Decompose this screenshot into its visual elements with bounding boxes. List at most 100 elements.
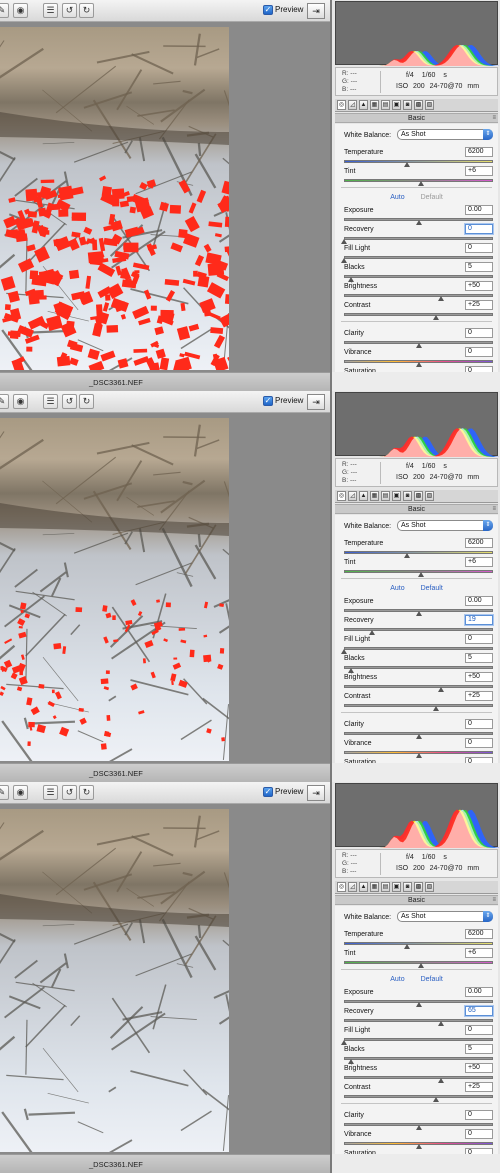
exposure-slider-knob[interactable] <box>415 220 422 225</box>
detail-tab-icon[interactable]: ▲ <box>359 491 368 501</box>
recovery-track[interactable] <box>344 628 493 631</box>
tint-value-field[interactable]: +6 <box>465 557 493 567</box>
camera-cal-tab-icon[interactable]: ◙ <box>403 882 412 892</box>
tone-curve-tab-icon[interactable]: ◿ <box>348 100 357 110</box>
preview-checkbox[interactable]: ✓ <box>263 396 273 406</box>
detail-tab-icon[interactable]: ▲ <box>359 882 368 892</box>
list-icon[interactable]: ☰ <box>43 3 58 18</box>
white-balance-select[interactable]: As Shot ⇕ <box>397 520 493 531</box>
temperature-value-field[interactable]: 6200 <box>465 147 493 157</box>
lens-tab-icon[interactable]: ▣ <box>392 491 401 501</box>
brightness-track[interactable] <box>344 1076 493 1079</box>
basic-tab-icon[interactable]: ◎ <box>337 882 346 892</box>
exposure-value-field[interactable]: 0.00 <box>465 596 493 606</box>
detail-tab-icon[interactable]: ▲ <box>359 100 368 110</box>
rotate-left-icon[interactable]: ↺ <box>62 394 77 409</box>
blacks-value-field[interactable]: 5 <box>465 262 493 272</box>
rotate-right-icon[interactable]: ↻ <box>79 3 94 18</box>
white-balance-select[interactable]: As Shot ⇕ <box>397 129 493 140</box>
white-balance-select[interactable]: As Shot ⇕ <box>397 911 493 922</box>
blacks-track[interactable] <box>344 666 493 669</box>
lens-tab-icon[interactable]: ▣ <box>392 882 401 892</box>
recovery-value-field[interactable]: 0 <box>465 224 493 234</box>
default-link[interactable]: Default <box>421 194 443 201</box>
presets-tab-icon[interactable]: ▧ <box>425 882 434 892</box>
clarity-value-field[interactable]: 0 <box>465 719 493 729</box>
fullscreen-icon[interactable]: ⇥ <box>307 3 325 19</box>
filllight-track[interactable] <box>344 647 493 650</box>
brightness-value-field[interactable]: +50 <box>465 672 493 682</box>
rotate-right-icon[interactable]: ↻ <box>79 785 94 800</box>
contrast-track[interactable] <box>344 1095 493 1098</box>
clarity-slider-knob[interactable] <box>415 343 422 348</box>
temperature-slider-knob[interactable] <box>403 162 410 167</box>
brush-icon[interactable]: ✎ <box>0 394 9 409</box>
contrast-track[interactable] <box>344 313 493 316</box>
blacks-slider-knob[interactable] <box>348 1059 355 1064</box>
tint-value-field[interactable]: +6 <box>465 166 493 176</box>
brightness-track[interactable] <box>344 294 493 297</box>
blacks-value-field[interactable]: 5 <box>465 1044 493 1054</box>
tone-curve-tab-icon[interactable]: ◿ <box>348 491 357 501</box>
filllight-value-field[interactable]: 0 <box>465 634 493 644</box>
vibrance-value-field[interactable]: 0 <box>465 738 493 748</box>
recovery-value-field[interactable]: 65 <box>465 1006 493 1016</box>
fullscreen-icon[interactable]: ⇥ <box>307 785 325 801</box>
filllight-track[interactable] <box>344 256 493 259</box>
vibrance-slider-knob[interactable] <box>415 753 422 758</box>
contrast-value-field[interactable]: +25 <box>465 691 493 701</box>
rotate-left-icon[interactable]: ↺ <box>62 3 77 18</box>
fullscreen-icon[interactable]: ⇥ <box>307 394 325 410</box>
temperature-slider-knob[interactable] <box>403 553 410 558</box>
temperature-track[interactable] <box>344 160 493 163</box>
basic-tab-icon[interactable]: ◎ <box>337 100 346 110</box>
filllight-slider-knob[interactable] <box>341 258 347 263</box>
brightness-value-field[interactable]: +50 <box>465 281 493 291</box>
split-tone-tab-icon[interactable]: ▤ <box>381 100 390 110</box>
brush-icon[interactable]: ✎ <box>0 3 9 18</box>
blacks-slider-knob[interactable] <box>348 668 355 673</box>
camera-cal-tab-icon[interactable]: ◙ <box>403 491 412 501</box>
basic-tab-icon[interactable]: ◎ <box>337 491 346 501</box>
brush-icon[interactable]: ✎ <box>0 785 9 800</box>
recovery-value-field[interactable]: 19 <box>465 615 493 625</box>
vibrance-value-field[interactable]: 0 <box>465 347 493 357</box>
hsl-tab-icon[interactable]: ▦ <box>370 491 379 501</box>
contrast-slider-knob[interactable] <box>433 1097 440 1102</box>
tone-curve-tab-icon[interactable]: ◿ <box>348 882 357 892</box>
split-tone-tab-icon[interactable]: ▤ <box>381 491 390 501</box>
preview-checkbox[interactable]: ✓ <box>263 5 273 15</box>
rotate-left-icon[interactable]: ↺ <box>62 785 77 800</box>
recovery-track[interactable] <box>344 237 493 240</box>
list-icon[interactable]: ☰ <box>43 785 58 800</box>
default-link[interactable]: Default <box>421 976 443 983</box>
filllight-slider-knob[interactable] <box>341 1040 347 1045</box>
filllight-slider-knob[interactable] <box>341 649 347 654</box>
auto-link[interactable]: Auto <box>390 194 404 201</box>
exposure-value-field[interactable]: 0.00 <box>465 987 493 997</box>
clarity-value-field[interactable]: 0 <box>465 1110 493 1120</box>
blacks-value-field[interactable]: 5 <box>465 653 493 663</box>
tint-slider-knob[interactable] <box>418 963 425 968</box>
redeye-icon[interactable]: ◉ <box>13 785 28 800</box>
contrast-track[interactable] <box>344 704 493 707</box>
effects-tab-icon[interactable]: ▩ <box>414 491 423 501</box>
temperature-track[interactable] <box>344 551 493 554</box>
panel-menu-icon[interactable]: ≡ <box>492 896 496 905</box>
contrast-value-field[interactable]: +25 <box>465 1082 493 1092</box>
tint-slider-knob[interactable] <box>418 572 425 577</box>
blacks-track[interactable] <box>344 1057 493 1060</box>
temperature-value-field[interactable]: 6200 <box>465 929 493 939</box>
exposure-slider-knob[interactable] <box>415 611 422 616</box>
contrast-slider-knob[interactable] <box>433 315 440 320</box>
lens-tab-icon[interactable]: ▣ <box>392 100 401 110</box>
brightness-slider-knob[interactable] <box>437 296 444 301</box>
temperature-slider-knob[interactable] <box>403 944 410 949</box>
brightness-slider-knob[interactable] <box>437 687 444 692</box>
effects-tab-icon[interactable]: ▩ <box>414 100 423 110</box>
clarity-slider-knob[interactable] <box>415 1125 422 1130</box>
recovery-slider-knob[interactable] <box>437 1021 444 1026</box>
temperature-track[interactable] <box>344 942 493 945</box>
contrast-value-field[interactable]: +25 <box>465 300 493 310</box>
default-link[interactable]: Default <box>421 585 443 592</box>
